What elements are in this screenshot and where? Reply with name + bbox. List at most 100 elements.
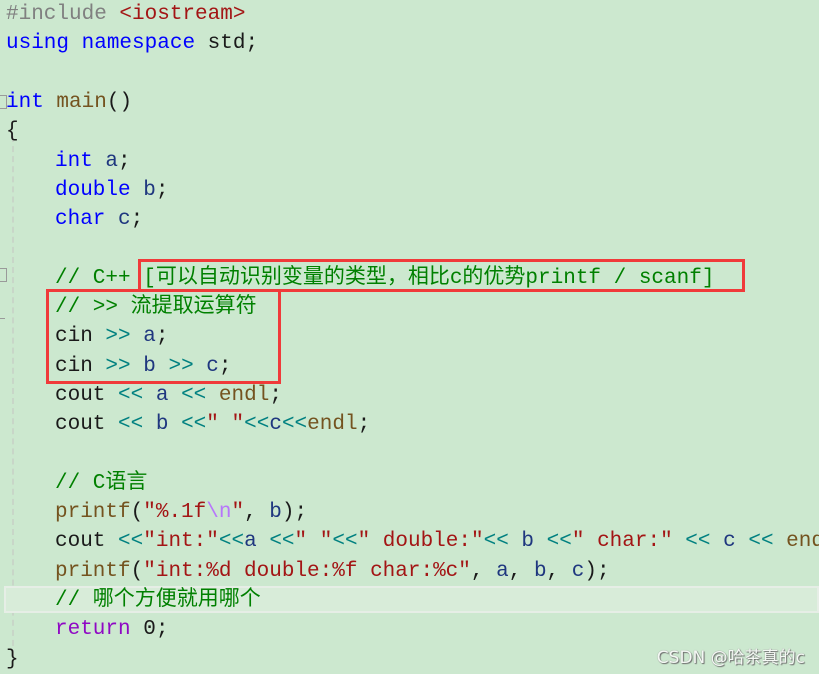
code-token: main: [56, 90, 107, 114]
code-token: cout: [55, 413, 106, 437]
code-token: ;: [118, 149, 131, 173]
code-token: <<: [483, 530, 509, 554]
code-token: ;: [269, 383, 282, 407]
code-token: #include: [6, 3, 120, 26]
code-token: " ": [206, 413, 245, 437]
code-token: c: [118, 208, 131, 232]
indent-guide: [12, 136, 14, 656]
code-token: ;: [130, 208, 144, 232]
code-line[interactable]: return 0;: [55, 615, 168, 644]
code-token: std;: [195, 32, 259, 56]
code-line[interactable]: }: [6, 645, 19, 674]
code-token: b: [143, 178, 156, 202]
code-token: <<: [181, 383, 207, 407]
code-token: <<: [332, 530, 358, 554]
code-token: double: [55, 178, 131, 202]
code-token: ;: [357, 413, 371, 437]
code-token: ,: [244, 501, 270, 525]
code-token: a: [105, 149, 119, 173]
code-token: ,: [508, 559, 534, 583]
code-token: );: [584, 559, 610, 583]
code-token: ": [231, 501, 245, 525]
code-token: <<: [269, 530, 295, 554]
code-token: 0: [143, 618, 156, 642]
code-line[interactable]: #include <iostream>: [6, 0, 245, 29]
code-token: printf: [55, 501, 131, 525]
code-line[interactable]: int main(): [6, 88, 132, 117]
code-token: a: [244, 530, 257, 554]
code-token: {: [6, 120, 19, 144]
code-token: ;: [155, 178, 169, 202]
code-line[interactable]: {: [6, 117, 19, 146]
code-token: <<: [118, 383, 144, 407]
code-token: b: [521, 530, 535, 554]
code-token: (: [130, 559, 144, 583]
code-token: using: [6, 32, 70, 56]
code-token: <<: [118, 413, 144, 437]
fold-toggle-icon[interactable]: [0, 268, 7, 282]
code-token: }: [6, 647, 19, 671]
code-token: <<: [748, 530, 774, 554]
code-line[interactable]: double b;: [55, 176, 168, 205]
code-token: endl: [307, 413, 358, 437]
code-line[interactable]: int a;: [55, 147, 131, 176]
code-token: a: [155, 383, 169, 407]
code-token: c: [571, 559, 585, 583]
code-token: // 哪个方便就用哪个: [55, 589, 261, 612]
code-token: b: [269, 501, 282, 525]
code-token: "%.1f: [143, 501, 207, 525]
code-line[interactable]: printf("%.1f\n", b);: [55, 498, 307, 527]
code-line[interactable]: cout <<"int:"<<a <<" "<<" double:"<< b <…: [55, 527, 819, 556]
code-token: (): [106, 90, 133, 114]
code-line[interactable]: using namespace std;: [6, 29, 258, 58]
code-line[interactable]: // 哪个方便就用哪个: [55, 586, 261, 615]
code-line[interactable]: printf("int:%d double:%f char:%c", a, b,…: [55, 557, 610, 586]
code-token: <<: [218, 530, 245, 554]
code-line[interactable]: // C语言: [55, 469, 147, 498]
code-token: b: [533, 559, 547, 583]
code-token: namespace: [81, 32, 196, 56]
code-token: <<: [244, 413, 270, 437]
code-token: " double:": [357, 530, 484, 554]
code-token: ;: [155, 618, 169, 642]
code-token: (: [130, 501, 144, 525]
code-token: c: [723, 530, 736, 554]
code-line[interactable]: cout << b <<" "<<c<<endl;: [55, 410, 370, 439]
fold-end-marker: [0, 318, 5, 319]
code-token: c: [269, 413, 282, 437]
code-token: <<: [281, 413, 308, 437]
code-token: // C语言: [55, 471, 148, 495]
code-token: \n: [206, 501, 232, 525]
code-token: <<: [181, 413, 207, 437]
code-token: <iostream>: [119, 3, 246, 26]
code-token: <<: [118, 530, 144, 554]
code-line[interactable]: char c;: [55, 205, 143, 234]
code-token: endl: [218, 383, 270, 407]
code-token: ,: [546, 559, 572, 583]
code-token: " ": [294, 530, 333, 554]
code-token: int: [55, 149, 93, 173]
annotation-box-cin: [46, 289, 281, 384]
watermark: CSDN @哈茶真的c: [656, 648, 805, 668]
code-line[interactable]: cout << a << endl;: [55, 381, 282, 410]
annotation-box-cpp-advantage: [138, 259, 745, 292]
code-editor[interactable]: #include <iostream> using namespace std; i…: [0, 0, 819, 673]
